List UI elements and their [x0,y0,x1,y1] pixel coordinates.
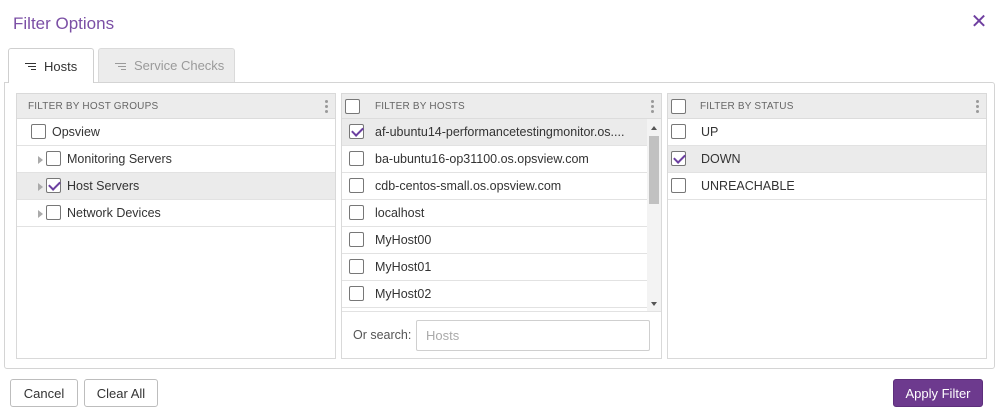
status-checkbox[interactable] [671,151,686,166]
hosts-header: FILTER BY HOSTS [342,94,661,119]
apply-filter-button[interactable]: Apply Filter [893,379,983,407]
tab-service-checks-label: Service Checks [134,58,225,73]
host-label: MyHost00 [375,233,432,247]
status-row-up[interactable]: UP [668,119,986,146]
status-label: UNREACHABLE [701,179,795,193]
host-group-checkbox[interactable] [46,151,61,166]
clear-all-button[interactable]: Clear All [84,379,158,407]
host-checkbox[interactable] [349,232,364,247]
scroll-up-arrow-icon[interactable] [651,126,657,130]
host-group-checkbox[interactable] [31,124,46,139]
host-group-row-host-servers[interactable]: Host Servers [17,173,335,200]
filter-lines-icon [115,62,126,70]
status-row-down[interactable]: DOWN [668,146,986,173]
host-row[interactable]: localhost [342,200,647,227]
dialog-title: Filter Options [13,14,115,33]
host-search-row: Or search: [342,311,661,358]
host-group-checkbox[interactable] [46,205,61,220]
host-group-label: Network Devices [67,206,161,220]
tab-content-hosts: FILTER BY HOST GROUPS Opsview Monitoring… [4,82,995,369]
host-search-input[interactable] [416,320,650,351]
host-row[interactable]: MyHost02 [342,281,647,308]
host-checkbox[interactable] [349,178,364,193]
hosts-list[interactable]: af-ubuntu14-performancetestingmonitor.os… [342,119,647,312]
kebab-menu-icon[interactable] [325,100,328,113]
host-group-label: Opsview [52,125,100,139]
host-group-row-network-devices[interactable]: Network Devices [17,200,335,227]
kebab-menu-icon[interactable] [651,100,654,113]
status-checkbox[interactable] [671,124,686,139]
host-group-row-opsview[interactable]: Opsview [17,119,335,146]
status-label: DOWN [701,152,741,166]
close-icon[interactable]: ✕ [970,12,988,32]
hosts-panel: FILTER BY HOSTS af-ubuntu14-performancet… [341,93,662,359]
host-checkbox[interactable] [349,205,364,220]
tab-hosts-label: Hosts [44,58,78,74]
host-row[interactable]: cdb-centos-small.os.opsview.com [342,173,647,200]
tab-hosts[interactable]: Hosts [8,48,94,83]
scrollbar-thumb[interactable] [649,136,659,204]
host-group-label: Monitoring Servers [67,152,172,166]
host-groups-header-label: FILTER BY HOST GROUPS [28,100,159,112]
tab-service-checks[interactable]: Service Checks [98,48,235,82]
scroll-down-arrow-icon[interactable] [651,302,657,306]
host-label: MyHost02 [375,287,432,301]
host-checkbox[interactable] [349,259,364,274]
host-group-row-monitoring-servers[interactable]: Monitoring Servers [17,146,335,173]
expand-arrow-icon[interactable] [38,210,43,218]
hosts-header-label: FILTER BY HOSTS [375,100,465,112]
select-all-hosts-checkbox[interactable] [345,99,360,114]
hosts-scrollbar[interactable] [647,119,661,312]
search-label: Or search: [353,328,412,342]
host-group-checkbox[interactable] [46,178,61,193]
expand-arrow-icon[interactable] [38,156,43,164]
status-panel: FILTER BY STATUS UP DOWN UNREACHABLE [667,93,987,359]
host-row[interactable]: MyHost00 [342,227,647,254]
host-label: MyHost01 [375,260,432,274]
status-row-unreachable[interactable]: UNREACHABLE [668,173,986,200]
host-label: af-ubuntu14-performancetestingmonitor.os… [375,125,625,139]
host-label: localhost [375,206,425,220]
host-label: cdb-centos-small.os.opsview.com [375,179,562,193]
expand-arrow-icon[interactable] [38,183,43,191]
host-group-label: Host Servers [67,179,140,193]
kebab-menu-icon[interactable] [976,100,979,113]
status-label: UP [701,125,719,139]
select-all-status-checkbox[interactable] [671,99,686,114]
host-checkbox[interactable] [349,286,364,301]
host-row[interactable]: af-ubuntu14-performancetestingmonitor.os… [342,119,647,146]
host-checkbox[interactable] [349,151,364,166]
host-label: ba-ubuntu16-op31100.os.opsview.com [375,152,589,166]
host-checkbox[interactable] [349,124,364,139]
host-row[interactable]: ba-ubuntu16-op31100.os.opsview.com [342,146,647,173]
filter-lines-icon [25,62,36,70]
status-checkbox[interactable] [671,178,686,193]
status-header: FILTER BY STATUS [668,94,986,119]
cancel-button[interactable]: Cancel [10,379,78,407]
status-header-label: FILTER BY STATUS [700,100,794,112]
host-row[interactable]: MyHost01 [342,254,647,281]
host-groups-header: FILTER BY HOST GROUPS [17,94,335,119]
host-groups-panel: FILTER BY HOST GROUPS Opsview Monitoring… [16,93,336,359]
